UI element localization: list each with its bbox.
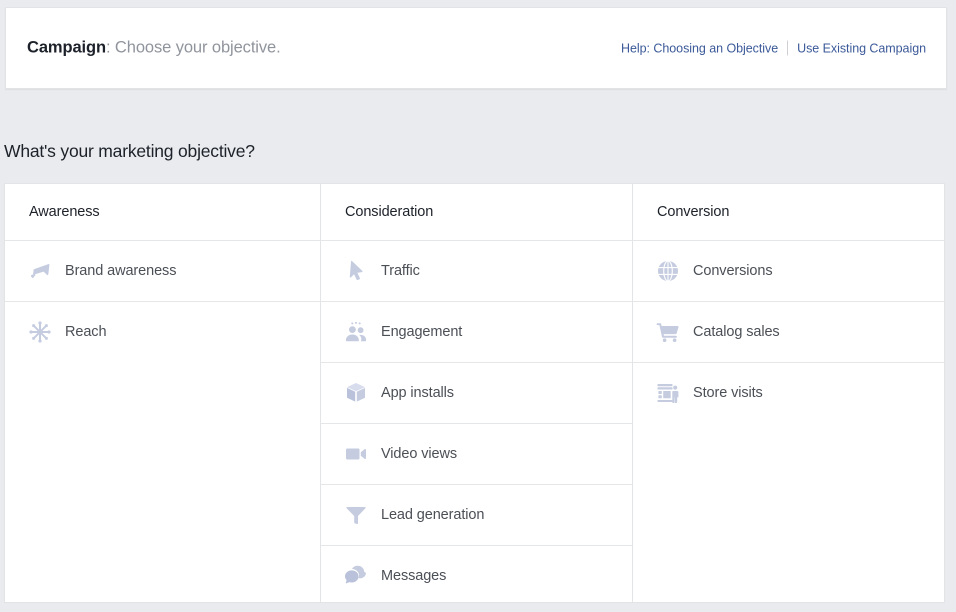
objective-label: Reach xyxy=(65,324,107,340)
cursor-arrow-icon xyxy=(342,257,370,285)
page-title: What's your marketing objective? xyxy=(4,141,255,161)
objective-column-conversion: Conversion Conversions Catalog sales Sto… xyxy=(633,184,944,602)
objective-column-consideration: Consideration Traffic Engagement App ins… xyxy=(320,184,633,602)
campaign-bar: Campaign: Choose your objective. Help: C… xyxy=(5,7,947,89)
objective-label: Lead generation xyxy=(381,507,485,523)
objective-row-messages[interactable]: Messages xyxy=(321,545,632,602)
campaign-title-rest: : Choose your objective. xyxy=(105,38,281,57)
campaign-title-strong: Campaign xyxy=(27,38,106,57)
objective-column-awareness: Awareness Brand awareness Reach xyxy=(5,184,320,602)
objective-label: Store visits xyxy=(693,385,763,401)
people-icon xyxy=(342,318,370,346)
cube-box-icon xyxy=(342,379,370,407)
campaign-bar-inner: Campaign: Choose your objective. Help: C… xyxy=(6,39,946,58)
shopping-cart-icon xyxy=(654,318,682,346)
objective-label: Video views xyxy=(381,446,458,462)
help-choosing-objective-link[interactable]: Help: Choosing an Objective xyxy=(621,41,778,55)
objective-row-app-installs[interactable]: App installs xyxy=(321,362,632,423)
objective-label: App installs xyxy=(381,385,454,401)
megaphone-icon xyxy=(26,257,54,285)
column-header-awareness: Awareness xyxy=(29,204,100,220)
column-header-conversion: Conversion xyxy=(657,204,730,220)
video-camera-icon xyxy=(342,440,370,468)
objective-row-traffic[interactable]: Traffic xyxy=(321,240,632,301)
objective-row-engagement[interactable]: Engagement xyxy=(321,301,632,362)
link-divider xyxy=(787,40,789,56)
objective-label: Catalog sales xyxy=(693,324,780,340)
objective-label: Engagement xyxy=(381,324,463,340)
funnel-icon xyxy=(342,501,370,529)
objective-row-lead-generation[interactable]: Lead generation xyxy=(321,484,632,545)
objective-row-brand-awareness[interactable]: Brand awareness xyxy=(5,240,320,301)
objective-row-video-views[interactable]: Video views xyxy=(321,423,632,484)
speech-bubbles-icon xyxy=(342,562,370,590)
objective-row-catalog-sales[interactable]: Catalog sales xyxy=(633,301,944,362)
globe-icon xyxy=(654,257,682,285)
campaign-title: Campaign: Choose your objective. xyxy=(27,39,281,58)
starburst-icon xyxy=(26,318,54,346)
storefront-icon xyxy=(654,379,682,407)
objective-row-reach[interactable]: Reach xyxy=(5,301,320,362)
objective-label: Traffic xyxy=(381,263,420,279)
objective-row-conversions[interactable]: Conversions xyxy=(633,240,944,301)
use-existing-campaign-link[interactable]: Use Existing Campaign xyxy=(797,41,926,55)
objective-label: Brand awareness xyxy=(65,263,177,279)
objective-label: Conversions xyxy=(693,263,773,279)
campaign-header-links: Help: Choosing an Objective Use Existing… xyxy=(621,40,926,56)
column-header-consideration: Consideration xyxy=(345,204,434,220)
objectives-table: Awareness Brand awareness Reach Consider… xyxy=(4,183,945,602)
objective-label: Messages xyxy=(381,568,447,584)
objective-row-store-visits[interactable]: Store visits xyxy=(633,362,944,423)
